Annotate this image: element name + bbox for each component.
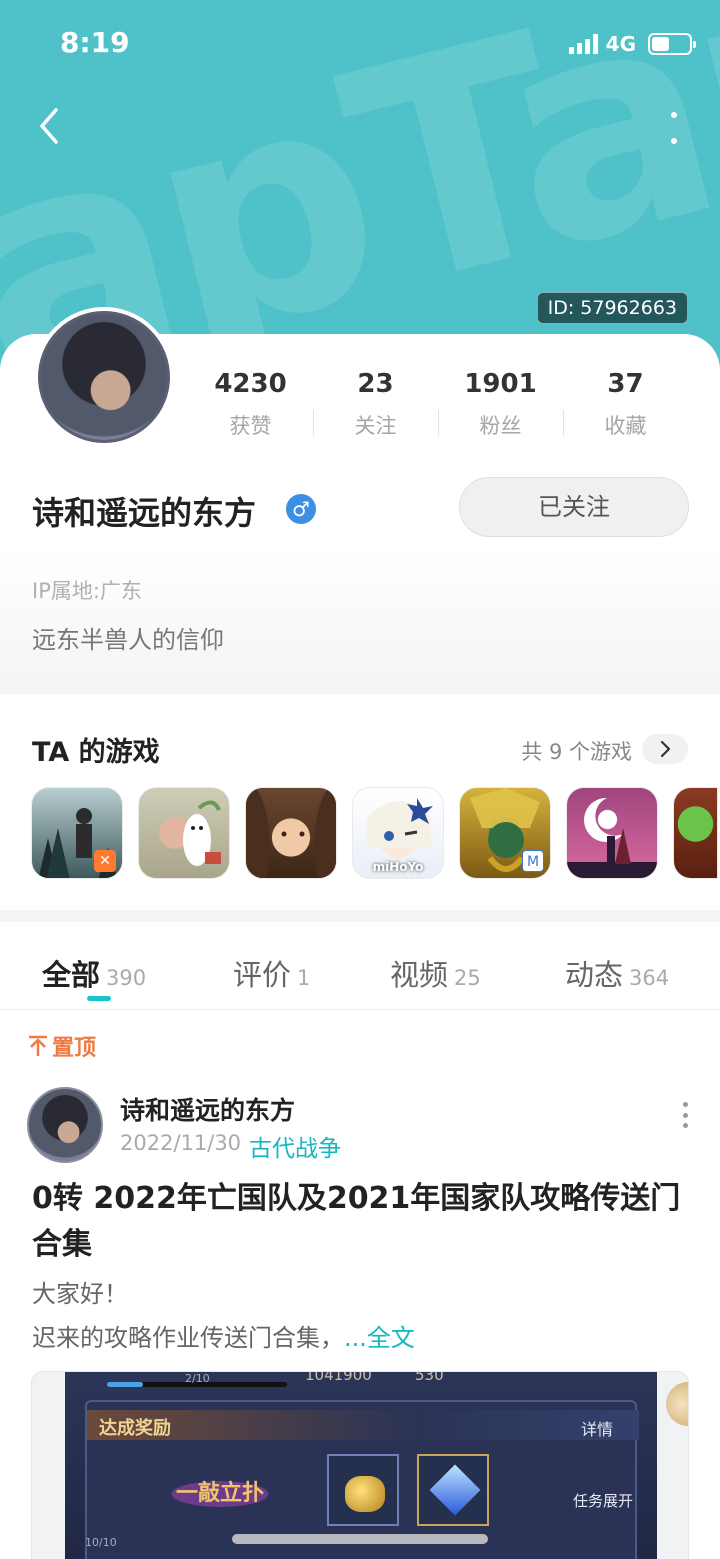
- stat-followers[interactable]: 1901 粉丝: [438, 366, 563, 446]
- stat-label: 收藏: [604, 414, 647, 438]
- network-type: 4G: [605, 32, 636, 56]
- signal-icon: [568, 34, 598, 54]
- game-screenshot: 2/10 1041900 530 达成奖励 详情 一敲立扑 任务展开 10/10: [65, 1372, 657, 1559]
- status-time: 8:19: [60, 26, 130, 59]
- username: 诗和遥远的东方: [32, 494, 257, 532]
- games-list: ✕ miHoYo M: [31, 787, 718, 879]
- status-bar: 8:19 4G: [0, 0, 720, 90]
- post-body-text: 迟来的攻略作业传送门合集，: [32, 1324, 344, 1352]
- post-title[interactable]: 0转 2022年亡国队及2021年国家队攻略传送门合集: [32, 1176, 692, 1268]
- stat-likes[interactable]: 4230 获赞: [188, 366, 313, 446]
- games-title: TA 的游戏: [32, 737, 160, 768]
- game-publisher-caption: miHoYo: [372, 860, 424, 874]
- post-author-avatar[interactable]: [27, 1087, 103, 1163]
- back-button[interactable]: [30, 104, 74, 148]
- progress-text: 10/10: [85, 1536, 117, 1549]
- stat-value: 37: [607, 369, 644, 399]
- stat-favorites[interactable]: 37 收藏: [563, 366, 688, 446]
- more-dot-icon: [682, 1112, 688, 1118]
- follow-button[interactable]: 已关注: [459, 477, 689, 537]
- chevron-left-icon: [40, 108, 58, 144]
- tab-all[interactable]: 全部 390: [42, 952, 146, 994]
- profile-stats: 4230 获赞 23 关注 1901 粉丝 37 收藏: [188, 366, 688, 446]
- game-art-icon: [183, 800, 221, 866]
- post-more-button[interactable]: [680, 1102, 690, 1128]
- reward-emblem: 一敲立扑: [145, 1474, 295, 1514]
- post-body-line: 大家好！: [32, 1280, 128, 1308]
- game-icon-4[interactable]: miHoYo: [352, 787, 444, 879]
- pinned-label: 置顶: [28, 1030, 96, 1062]
- avatar[interactable]: [34, 307, 174, 447]
- ip-location: IP属地:广东: [32, 579, 142, 603]
- game-icon-1[interactable]: ✕: [31, 787, 123, 879]
- more-dot-icon: [671, 112, 677, 118]
- game-icon-5[interactable]: M: [459, 787, 551, 879]
- game-art-icon: [246, 788, 336, 878]
- pin-top-icon: [29, 1035, 47, 1056]
- progress-text: 2/10: [185, 1372, 210, 1385]
- tab-moments[interactable]: 动态 364: [565, 952, 669, 994]
- reward-panel-title: 达成奖励: [99, 1418, 171, 1439]
- game-art-icon: [567, 797, 657, 878]
- game-badge-icon: M: [522, 850, 544, 872]
- tab-active-indicator: [87, 996, 111, 1001]
- stat-value: 1901: [464, 369, 537, 399]
- next-image-thumbnail: [666, 1382, 688, 1426]
- stat-label: 粉丝: [479, 414, 522, 438]
- tab-count: 364: [629, 966, 670, 990]
- games-count[interactable]: 共 9 个游戏: [521, 736, 632, 766]
- stat-label: 关注: [354, 414, 397, 438]
- more-options-button[interactable]: [664, 108, 684, 148]
- tab-count: 25: [454, 966, 481, 990]
- male-gender-icon: ♂: [286, 494, 316, 524]
- games-section: TA 的游戏 共 9 个游戏 ✕ miHoYo M: [0, 694, 720, 910]
- tab-label: 全部: [42, 958, 101, 992]
- post-author[interactable]: 诗和遥远的东方: [120, 1091, 295, 1127]
- post-game-tag[interactable]: 古代战争: [249, 1129, 341, 1163]
- stat-following[interactable]: 23 关注: [313, 366, 438, 446]
- status-indicators: 4G: [568, 30, 696, 58]
- stat-label: 获赞: [229, 414, 272, 438]
- tab-videos[interactable]: 视频 25: [390, 952, 481, 994]
- reward-detail-label: 详情: [580, 1420, 613, 1439]
- tab-label: 动态: [565, 958, 624, 992]
- battery-icon: [648, 33, 696, 55]
- stat-value: 4230: [214, 369, 287, 399]
- gold-coins-icon: [327, 1454, 399, 1526]
- game-icon-3[interactable]: [245, 787, 337, 879]
- games-more-button[interactable]: [642, 734, 688, 764]
- task-expand-label: 任务展开: [573, 1492, 634, 1510]
- tab-count: 1: [297, 966, 311, 990]
- tab-count: 390: [106, 966, 147, 990]
- reward-value: 530: [415, 1371, 444, 1384]
- diamond-icon: [417, 1454, 489, 1526]
- section-divider: [0, 910, 720, 922]
- more-dot-icon: [682, 1123, 688, 1128]
- more-dot-icon: [682, 1102, 688, 1107]
- game-icon-7[interactable]: [673, 787, 718, 879]
- game-icon-6[interactable]: [566, 787, 658, 879]
- tab-label: 评价: [233, 958, 292, 992]
- post-body-line: 迟来的攻略作业传送门合集，...全文: [32, 1318, 415, 1353]
- game-badge-icon: ✕: [94, 850, 116, 872]
- chevron-right-icon: [660, 740, 671, 758]
- more-dot-icon: [671, 138, 677, 144]
- pinned-text: 置顶: [52, 1036, 97, 1061]
- content-tabs: 全部 390 评价 1 视频 25 动态 364: [0, 922, 720, 1010]
- tab-reviews[interactable]: 评价 1: [233, 952, 310, 994]
- read-more-link[interactable]: ...全文: [344, 1324, 415, 1352]
- stat-value: 23: [357, 369, 394, 399]
- game-icon-2[interactable]: [138, 787, 230, 879]
- post-image[interactable]: 2/10 1041900 530 达成奖励 详情 一敲立扑 任务展开 10/10: [31, 1371, 689, 1559]
- user-id-badge[interactable]: ID: 57962663: [536, 292, 688, 324]
- home-indicator[interactable]: [232, 1534, 488, 1544]
- post-date: 2022/11/30: [120, 1131, 242, 1155]
- user-bio: 远东半兽人的信仰: [32, 626, 224, 654]
- reward-value: 1041900: [305, 1371, 372, 1384]
- tab-label: 视频: [390, 958, 449, 992]
